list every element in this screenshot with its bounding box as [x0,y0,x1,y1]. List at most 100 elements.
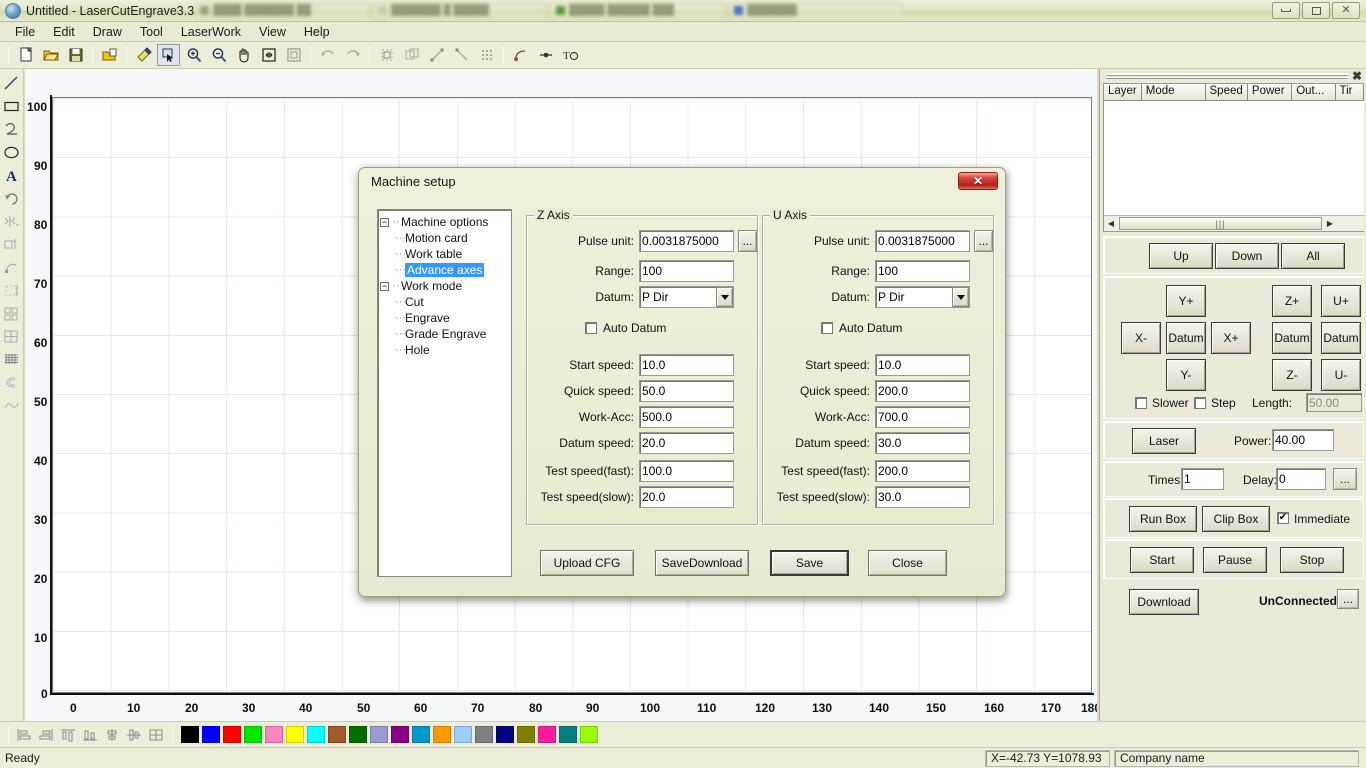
delay-input[interactable]: 0 [1276,468,1326,490]
tree-item-work-mode[interactable]: − ·· Work mode [380,278,509,294]
align-center-h-icon[interactable] [101,725,123,745]
align-center-v-icon[interactable] [123,725,145,745]
z-range-input[interactable]: 100 [639,260,734,282]
mirror-tool-icon[interactable] [1,210,23,233]
format-brush-icon[interactable] [132,44,155,66]
node-edit-icon[interactable] [425,44,448,66]
layer-table[interactable]: Layer Mode Speed Power Out... Tir ◀ ||| … [1103,83,1364,232]
color-swatch[interactable] [538,726,556,743]
ellipse-tool-icon[interactable] [1,141,23,164]
run-box-button[interactable]: Run Box [1129,506,1197,532]
align-tool-icon[interactable] [1,233,23,256]
color-swatch[interactable] [265,726,283,743]
zoom-out-icon[interactable] [207,44,230,66]
jog-u-minus-button[interactable]: U- [1321,359,1361,391]
layer-table-hscrollbar[interactable]: ◀ ||| ▶ [1104,215,1364,231]
length-input[interactable]: 50.00 [1306,393,1362,412]
align-left-icon[interactable] [13,725,35,745]
tree-expander-icon[interactable]: − [380,282,389,291]
tree-item-motion-card[interactable]: ··· Motion card [380,230,509,246]
color-swatch[interactable] [517,726,535,743]
hatch-tool-icon[interactable] [1,348,23,371]
undo-icon[interactable] [316,44,339,66]
print-icon[interactable] [98,44,121,66]
z-pulse-unit-more-button[interactable]: ... [738,230,757,252]
color-swatch[interactable] [454,726,472,743]
jog-y-minus-button[interactable]: Y- [1166,359,1206,391]
u-datum-chevron-down-icon[interactable] [952,287,969,307]
color-swatch[interactable] [412,726,430,743]
u-datum-speed-input[interactable]: 30.0 [875,432,970,454]
menu-view[interactable]: View [250,23,295,41]
color-swatch[interactable] [559,726,577,743]
color-swatch[interactable] [202,726,220,743]
column-out[interactable]: Out... [1292,84,1335,100]
layer-up-button[interactable]: Up [1149,243,1213,269]
jog-y-plus-button[interactable]: Y+ [1166,285,1206,317]
rotate-tool-icon[interactable] [1,187,23,210]
panel-close-icon[interactable]: ✖ [1352,70,1362,82]
taskbar-item[interactable]: █████ ██████ ███ [550,2,725,20]
step-checkbox[interactable] [1194,397,1206,409]
zoom-in-icon[interactable] [182,44,205,66]
panel-grip[interactable] [1106,73,1348,79]
scroll-right-icon[interactable]: ▶ [1323,217,1337,231]
z-quick-speed-input[interactable]: 50.0 [639,380,734,402]
new-file-icon[interactable] [14,44,37,66]
dialog-close-action-button[interactable]: Close [868,550,947,576]
u-test-speed-slow-input[interactable]: 30.0 [875,486,970,508]
curve-icon[interactable] [509,44,532,66]
u-quick-speed-input[interactable]: 200.0 [875,380,970,402]
menu-file[interactable]: File [6,23,44,41]
color-swatch[interactable] [496,726,514,743]
save-download-button[interactable]: SaveDownload [655,550,749,576]
upload-cfg-button[interactable]: Upload CFG [540,550,634,576]
line-tool-icon[interactable] [1,72,23,95]
color-swatch[interactable] [580,726,598,743]
restore-button[interactable] [1302,2,1330,19]
color-swatch[interactable] [181,726,199,743]
u-work-acc-input[interactable]: 700.0 [875,406,970,428]
size-tool-icon[interactable] [1,279,23,302]
save-button[interactable]: Save [770,550,849,576]
slower-checkbox[interactable] [1135,397,1147,409]
pan-hand-icon[interactable] [232,44,255,66]
polyline-tool-icon[interactable] [1,118,23,141]
z-pulse-unit-input[interactable]: 0.0031875000 [639,230,734,252]
jog-x-plus-button[interactable]: X+ [1211,322,1251,354]
z-work-acc-input[interactable]: 500.0 [639,406,734,428]
text-tool-icon[interactable]: A [1,164,23,187]
u-range-input[interactable]: 100 [875,260,970,282]
stop-button[interactable]: Stop [1280,547,1344,573]
delay-more-button[interactable]: ... [1333,468,1357,490]
scroll-thumb[interactable]: ||| [1119,217,1322,230]
u-pulse-unit-more-button[interactable]: ... [974,230,993,252]
align-bottom-icon[interactable] [79,725,101,745]
z-datum-speed-input[interactable]: 20.0 [639,432,734,454]
taskbar-item[interactable]: ████ ███████ ██ [194,2,369,20]
column-power[interactable]: Power [1248,84,1292,100]
color-swatch[interactable] [370,726,388,743]
align-group-icon[interactable] [375,44,398,66]
start-button[interactable]: Start [1130,547,1194,573]
menu-help[interactable]: Help [295,23,339,41]
ungroup-icon[interactable] [400,44,423,66]
column-speed[interactable]: Speed [1206,84,1248,100]
redo-icon[interactable] [341,44,364,66]
menu-laserwork[interactable]: LaserWork [172,23,250,41]
connection-more-button[interactable]: ... [1337,589,1359,609]
jog-u-datum-button[interactable]: Datum [1321,322,1361,354]
minimize-button[interactable] [1272,2,1300,19]
tree-item-grade-engrave[interactable]: ··· Grade Engrave [380,326,509,342]
save-disk-icon[interactable] [64,44,87,66]
align-right-icon[interactable] [35,725,57,745]
z-datum-chevron-down-icon[interactable] [716,287,733,307]
color-swatch[interactable] [286,726,304,743]
align-both-icon[interactable] [145,725,167,745]
tree-item-advance-axes[interactable]: ··· Advance axes [380,262,509,278]
immediate-checkbox[interactable] [1277,512,1289,524]
close-button[interactable]: ✕ [1332,2,1360,19]
download-button[interactable]: Download [1129,589,1199,615]
color-swatch[interactable] [349,726,367,743]
color-swatch[interactable] [391,726,409,743]
